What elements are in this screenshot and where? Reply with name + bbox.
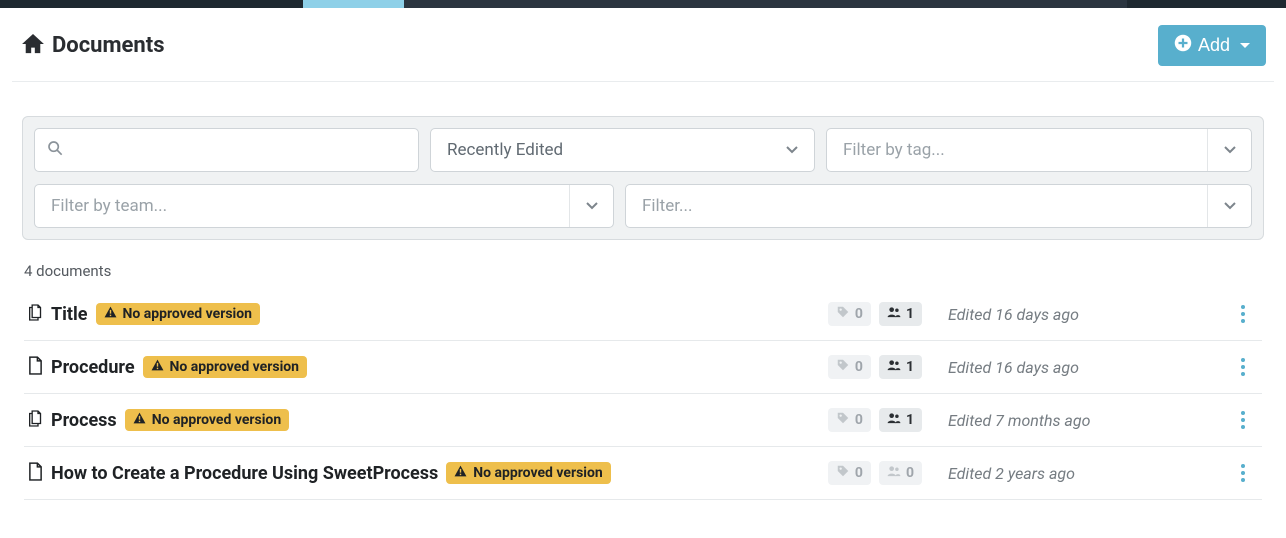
top-nav-dark-left xyxy=(0,0,303,8)
document-meta: 01 xyxy=(828,302,948,326)
search-field[interactable] xyxy=(34,128,419,172)
tag-count: 0 xyxy=(855,306,863,322)
file-stack-icon xyxy=(28,409,43,432)
sort-chevron[interactable] xyxy=(770,129,814,171)
tag-count: 0 xyxy=(855,465,863,481)
document-title[interactable]: Title xyxy=(51,304,88,325)
edited-timestamp: Edited 2 years ago xyxy=(948,464,1228,483)
document-name-cell: Procedure No approved version xyxy=(28,356,828,379)
team-count: 1 xyxy=(906,306,914,322)
warning-label: No approved version xyxy=(152,412,281,428)
edited-timestamp: Edited 7 months ago xyxy=(948,411,1228,430)
top-nav-bar xyxy=(0,0,1286,8)
document-title[interactable]: Process xyxy=(51,410,117,431)
document-name-cell: How to Create a Procedure Using SweetPro… xyxy=(28,462,828,485)
generic-chevron[interactable] xyxy=(1207,185,1251,227)
tag-count-pill[interactable]: 0 xyxy=(828,355,871,379)
tag-count: 0 xyxy=(855,412,863,428)
warning-label: No approved version xyxy=(473,465,602,481)
tag-count-pill[interactable]: 0 xyxy=(828,302,871,326)
caret-down-icon xyxy=(1240,43,1250,48)
document-row[interactable]: ProcedureNo approved version01Edited 16 … xyxy=(24,341,1262,394)
warning-label: No approved version xyxy=(123,306,252,322)
kebab-menu-icon[interactable] xyxy=(1235,407,1251,433)
tag-count: 0 xyxy=(855,359,863,375)
document-name-cell: Process No approved version xyxy=(28,409,828,432)
warning-icon xyxy=(151,359,164,375)
kebab-menu-icon[interactable] xyxy=(1235,301,1251,327)
team-filter-placeholder: Filter by team... xyxy=(35,196,569,216)
team-filter[interactable]: Filter by team... xyxy=(34,184,614,228)
warning-icon xyxy=(133,412,146,428)
users-icon xyxy=(887,464,901,482)
tag-icon xyxy=(836,305,850,323)
tag-icon xyxy=(836,411,850,429)
sort-select-value: Recently Edited xyxy=(431,140,770,160)
top-nav-highlight xyxy=(303,0,404,8)
plus-circle-icon xyxy=(1174,34,1192,57)
document-count: 4 documents xyxy=(12,240,1274,288)
document-meta: 00 xyxy=(828,461,948,485)
search-icon xyxy=(35,140,75,160)
row-actions xyxy=(1228,407,1258,433)
team-count-pill[interactable]: 1 xyxy=(879,355,922,379)
kebab-menu-icon[interactable] xyxy=(1235,354,1251,380)
team-count-pill[interactable]: 1 xyxy=(879,408,922,432)
header-divider xyxy=(12,78,1274,82)
sort-select[interactable]: Recently Edited xyxy=(430,128,815,172)
file-icon xyxy=(28,462,43,485)
users-icon xyxy=(887,358,901,376)
no-approved-version-badge: No approved version xyxy=(96,303,260,325)
no-approved-version-badge: No approved version xyxy=(446,462,610,484)
edited-timestamp: Edited 16 days ago xyxy=(948,358,1228,377)
team-count-pill[interactable]: 1 xyxy=(879,302,922,326)
team-count: 0 xyxy=(906,465,914,481)
tag-count-pill[interactable]: 0 xyxy=(828,461,871,485)
document-meta: 01 xyxy=(828,408,948,432)
users-icon xyxy=(887,305,901,323)
warning-label: No approved version xyxy=(170,359,299,375)
document-row[interactable]: TitleNo approved version01Edited 16 days… xyxy=(24,288,1262,341)
tag-icon xyxy=(836,358,850,376)
document-meta: 01 xyxy=(828,355,948,379)
document-name-cell: Title No approved version xyxy=(28,303,828,326)
warning-icon xyxy=(104,306,117,322)
file-stack-icon xyxy=(28,303,43,326)
document-title[interactable]: How to Create a Procedure Using SweetPro… xyxy=(51,463,438,484)
filters-panel: Recently Edited Filter by tag... Filter … xyxy=(22,116,1264,240)
generic-filter[interactable]: Filter... xyxy=(625,184,1252,228)
warning-icon xyxy=(454,465,467,481)
document-row[interactable]: How to Create a Procedure Using SweetPro… xyxy=(24,447,1262,500)
no-approved-version-badge: No approved version xyxy=(143,356,307,378)
generic-filter-placeholder: Filter... xyxy=(626,196,1207,216)
home-icon xyxy=(22,34,44,58)
kebab-menu-icon[interactable] xyxy=(1235,460,1251,486)
add-button-label: Add xyxy=(1198,35,1230,56)
team-count-pill[interactable]: 0 xyxy=(879,461,922,485)
row-actions xyxy=(1228,301,1258,327)
edited-timestamp: Edited 16 days ago xyxy=(948,305,1228,324)
search-input[interactable] xyxy=(75,140,418,160)
team-count: 1 xyxy=(906,412,914,428)
row-actions xyxy=(1228,354,1258,380)
users-icon xyxy=(887,411,901,429)
row-actions xyxy=(1228,460,1258,486)
tag-chevron[interactable] xyxy=(1207,129,1251,171)
team-chevron[interactable] xyxy=(569,185,613,227)
tag-filter[interactable]: Filter by tag... xyxy=(826,128,1252,172)
no-approved-version-badge: No approved version xyxy=(125,409,289,431)
top-nav-dark-right xyxy=(1127,0,1286,8)
file-icon xyxy=(28,356,43,379)
document-row[interactable]: ProcessNo approved version01Edited 7 mon… xyxy=(24,394,1262,447)
document-list: TitleNo approved version01Edited 16 days… xyxy=(12,288,1274,500)
team-count: 1 xyxy=(906,359,914,375)
page-header: Documents Add xyxy=(12,8,1274,78)
tag-filter-placeholder: Filter by tag... xyxy=(827,140,1207,160)
add-button[interactable]: Add xyxy=(1158,25,1266,66)
tag-count-pill[interactable]: 0 xyxy=(828,408,871,432)
tag-icon xyxy=(836,464,850,482)
document-title[interactable]: Procedure xyxy=(51,357,135,378)
page-title: Documents xyxy=(52,33,165,58)
